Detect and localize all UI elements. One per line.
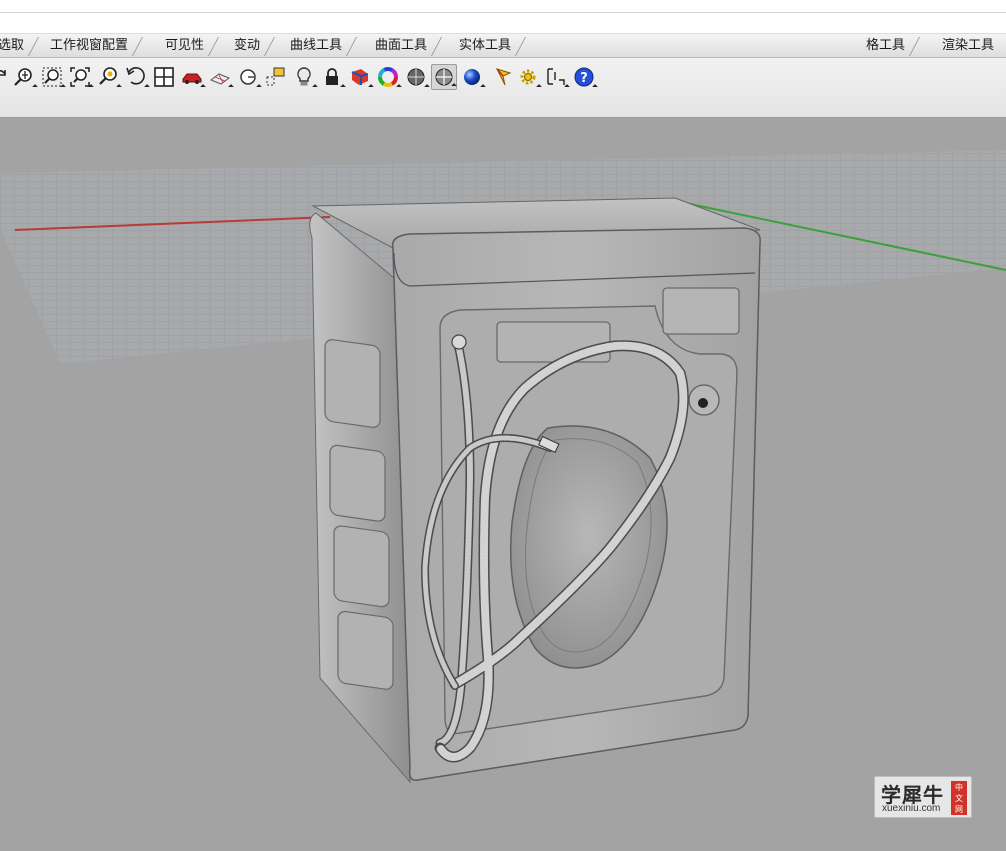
- perspective-viewport[interactable]: [0, 118, 1006, 851]
- four-viewports-icon[interactable]: [151, 64, 177, 90]
- tab-render-tools[interactable]: 渲染工具: [942, 34, 994, 58]
- tab-select[interactable]: 选取: [0, 34, 24, 58]
- tab-surface-tools[interactable]: 曲面工具: [375, 34, 427, 58]
- zoom-extents-icon[interactable]: [67, 64, 94, 90]
- label-plate: [662, 287, 740, 335]
- tab-mesh-tools[interactable]: 格工具: [866, 34, 905, 58]
- rendered-sphere-icon[interactable]: [431, 64, 457, 90]
- viewport-scene: [0, 150, 1006, 784]
- window-title-strip: [0, 0, 1006, 34]
- title-divider: [0, 12, 1006, 13]
- circle-point-icon[interactable]: [235, 64, 262, 90]
- watermark-logo: 学犀牛 xuexiniu.com 中文网: [874, 776, 972, 818]
- shaded-sphere-icon[interactable]: [403, 64, 430, 90]
- undo-view-change-icon[interactable]: [123, 64, 150, 90]
- lock-icon[interactable]: [319, 64, 346, 90]
- tab-viewport-layout[interactable]: 工作视窗配置: [50, 34, 128, 58]
- zoom-window-icon[interactable]: [39, 64, 66, 90]
- main-toolbar: ?: [0, 58, 1006, 118]
- blue-sphere-icon[interactable]: [459, 64, 486, 90]
- inlet-fitting: [451, 334, 467, 350]
- zoom-dynamic-icon[interactable]: [11, 64, 38, 90]
- help-icon[interactable]: ?: [571, 64, 598, 90]
- light-bulb-icon[interactable]: [291, 64, 318, 90]
- render-color-icon[interactable]: [347, 64, 374, 90]
- tab-solid-tools[interactable]: 实体工具: [459, 34, 511, 58]
- tab-curve-tools[interactable]: 曲线工具: [290, 34, 342, 58]
- analysis-flag-icon[interactable]: [491, 64, 517, 90]
- svg-text:?: ?: [580, 71, 588, 86]
- tab-visibility[interactable]: 可见性: [165, 34, 204, 58]
- zoom-selected-icon[interactable]: [95, 64, 122, 90]
- settings-gear-icon[interactable]: [515, 64, 542, 90]
- tab-transform[interactable]: 变动: [234, 34, 260, 58]
- cplane-icon[interactable]: [207, 64, 234, 90]
- named-view-icon[interactable]: [263, 64, 289, 90]
- color-wheel-icon[interactable]: [375, 64, 402, 90]
- drain-hole: [698, 398, 708, 408]
- toolbar-tab-bar: 选取 工作视窗配置 可见性 变动 曲线工具 曲面工具 实体工具 格工具 渲染工具: [0, 34, 1006, 58]
- set-camera-icon[interactable]: [179, 64, 206, 90]
- watermark-site: xuexiniu.com: [882, 803, 941, 814]
- dimension-icon[interactable]: [543, 64, 570, 90]
- watermark-badge: 中文网: [951, 781, 967, 815]
- washing-machine-model: [309, 197, 761, 784]
